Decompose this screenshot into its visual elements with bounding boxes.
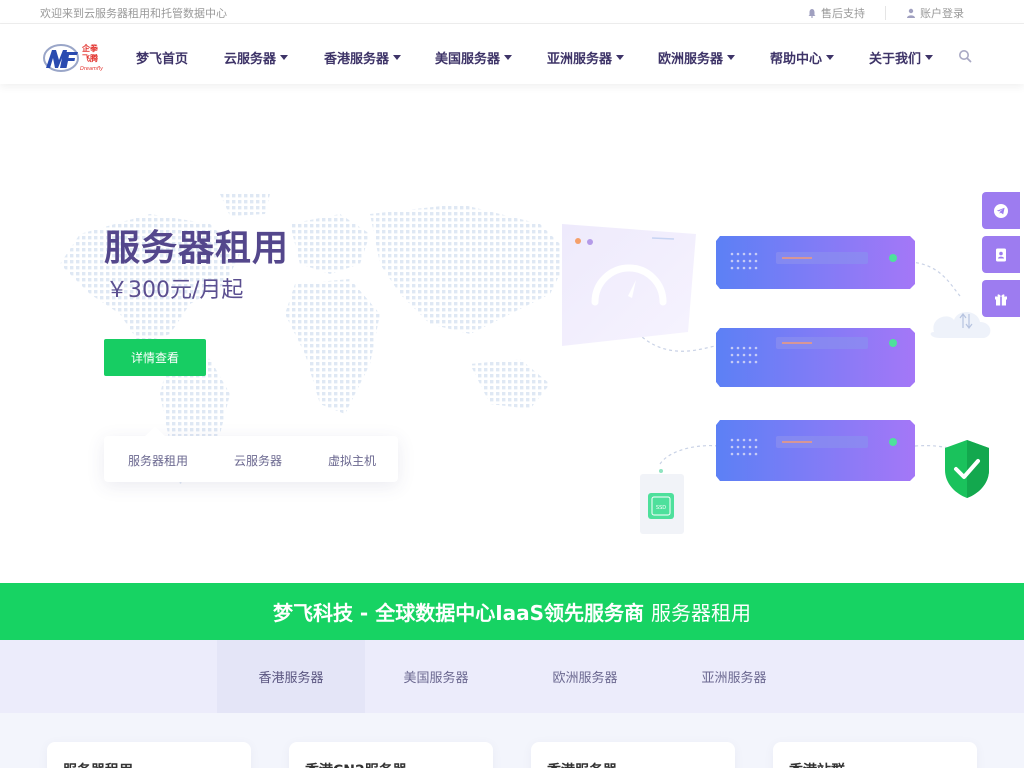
hero-tab-virtual-host[interactable]: 虚拟主机 [328,452,376,469]
hero-tab-cloud-server[interactable]: 云服务器 [234,452,282,469]
bell-icon [808,9,816,18]
login-link[interactable]: 账户登录 [906,5,964,21]
login-label: 账户登录 [920,7,964,20]
tab-europe-server[interactable]: 欧洲服务器 [511,640,659,713]
card-title: 香港服务器 [547,760,617,768]
nav-europe-server-label: 欧洲服务器 [658,52,724,67]
tab-asia-server[interactable]: 亚洲服务器 [660,640,808,713]
nav-cloud-server[interactable]: 云服务器 [224,48,289,67]
nav-about-us[interactable]: 关于我们 [869,48,934,67]
server-illustration: SSD [562,224,991,534]
hero-banner: 服务器租用 ￥300元/月起 详情查看 服务器租用 云服务器 虚拟主机 SSD [0,84,1024,583]
gift-icon [995,293,1007,305]
slogan-title: 梦飞科技 - 全球数据中心IaaS领先服务商 服务器租用 [273,597,751,626]
caret-down-icon [826,55,835,60]
nav-home-label: 梦飞首页 [136,52,189,67]
tab-us-server[interactable]: 美国服务器 [362,640,510,713]
main-nav: 梦飞首页 云服务器 香港服务器 美国服务器 亚洲服务器 欧洲服务器 帮助中心 关… [0,24,1024,84]
nav-about-us-label: 关于我们 [869,52,922,67]
slogan-main: 梦飞科技 - 全球数据中心IaaS领先服务商 [272,601,645,625]
hero-title: 服务器租用 [104,228,290,269]
nav-us-server-label: 美国服务器 [435,52,501,67]
nav-europe-server[interactable]: 欧洲服务器 [658,48,736,67]
nav-us-server[interactable]: 美国服务器 [435,48,513,67]
hero-tab-server-rental[interactable]: 服务器租用 [128,452,188,469]
caret-down-icon [504,55,513,60]
card-title: 香港CN2服务器 [305,760,407,768]
slogan-sub: 服务器租用 [651,601,752,625]
contact-card-icon [996,248,1006,261]
hero-price: ￥300元/月起 [106,278,244,303]
product-cards: 服务器租用 香港CN2服务器 香港服务器 香港站群 [0,713,1024,768]
float-telegram-button[interactable] [982,192,1020,229]
support-label: 售后支持 [821,7,865,20]
nav-home[interactable]: 梦飞首页 [136,48,188,67]
caret-down-icon [727,55,736,60]
nav-asia-server[interactable]: 亚洲服务器 [547,48,625,67]
search-icon[interactable] [958,49,972,63]
caret-down-icon [280,55,289,60]
card-title: 服务器租用 [63,760,133,768]
tab-hk-server[interactable]: 香港服务器 [217,640,365,713]
product-card[interactable]: 服务器租用 [47,742,251,768]
main-header: 企拳飞腾 Dreamfly 梦飞首页 云服务器 香港服务器 美国服务器 亚洲服务… [0,24,1024,84]
nav-asia-server-label: 亚洲服务器 [547,52,613,67]
slogan-band: 梦飞科技 - 全球数据中心IaaS领先服务商 服务器租用 [0,583,1024,640]
nav-hk-server[interactable]: 香港服务器 [324,48,402,67]
card-title: 香港站群 [789,760,845,768]
float-gift-button[interactable] [982,280,1020,317]
caret-down-icon [925,55,934,60]
top-links: 售后支持 账户登录 [807,5,964,21]
telegram-icon [994,203,1008,218]
hero-tabs: 服务器租用 云服务器 虚拟主机 [104,426,398,482]
welcome-text: 欢迎来到云服务器租用和托管数据中心 [40,7,227,20]
nav-cloud-server-label: 云服务器 [224,52,277,67]
product-card[interactable]: 香港服务器 [531,742,735,768]
nav-hk-server-label: 香港服务器 [324,52,390,67]
category-tabs: 香港服务器 美国服务器 欧洲服务器 亚洲服务器 [0,640,1024,713]
user-icon [907,8,915,18]
support-link[interactable]: 售后支持 [807,5,865,21]
ssd-label: SSD [656,505,666,511]
details-button[interactable]: 详情查看 [104,339,206,376]
product-card[interactable]: 香港站群 [773,742,977,768]
float-contact-button[interactable] [982,236,1020,273]
top-divider [885,6,886,20]
caret-down-icon [616,55,625,60]
product-card[interactable]: 香港CN2服务器 [289,742,493,768]
caret-down-icon [393,55,402,60]
nav-help-center[interactable]: 帮助中心 [770,48,835,67]
top-bar: 欢迎来到云服务器租用和托管数据中心 售后支持 账户登录 [0,0,1024,24]
nav-help-center-label: 帮助中心 [770,52,823,67]
